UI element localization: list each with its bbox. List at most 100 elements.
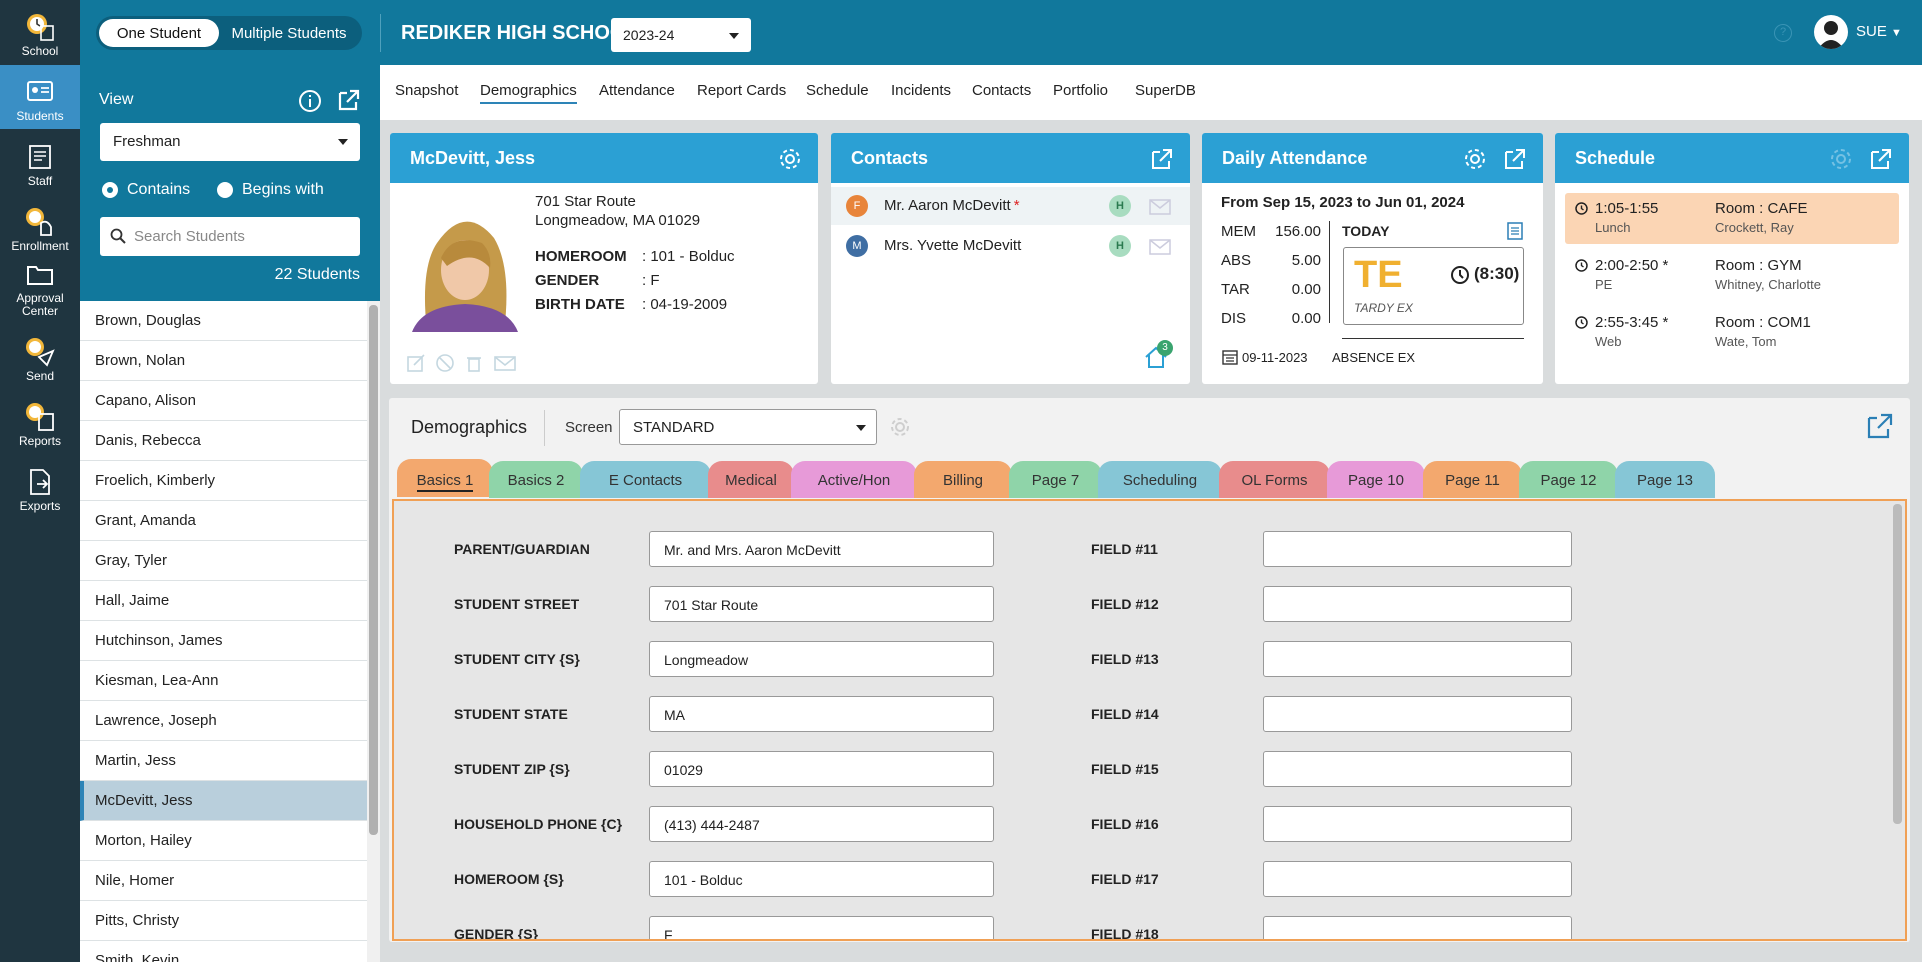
list-item[interactable]: Grant, Amanda [80, 501, 367, 541]
gear-icon[interactable] [778, 147, 800, 169]
tab-medical[interactable]: Medical [708, 461, 794, 498]
list-item[interactable]: Gray, Tyler [80, 541, 367, 581]
gear-icon[interactable] [1829, 147, 1851, 169]
list-item[interactable]: Danis, Rebecca [80, 421, 367, 461]
list-item[interactable]: Capano, Alison [80, 381, 367, 421]
schedule-item[interactable]: 1:05-1:55 Lunch Room : CAFE Crockett, Ray [1565, 193, 1899, 244]
field-input[interactable]: F [649, 916, 994, 939]
scrollbar-thumb[interactable] [369, 305, 378, 835]
nav-item-approval-center[interactable]: Approval Center [0, 260, 80, 324]
schedule-item[interactable]: 2:00-2:50 * PE Room : GYM Whitney, Charlott… [1565, 250, 1899, 301]
tab-basics-2[interactable]: Basics 2 [489, 461, 583, 498]
block-icon[interactable] [435, 353, 455, 373]
notes-icon[interactable] [1507, 222, 1523, 240]
field-input[interactable] [1263, 916, 1572, 939]
student-mode-toggle[interactable]: One Student Multiple Students [96, 16, 362, 50]
field-input[interactable]: (413) 444-2487 [649, 806, 994, 842]
list-item[interactable]: Hutchinson, James [80, 621, 367, 661]
tab-basics-1[interactable]: Basics 1 [397, 459, 493, 497]
tab-contacts[interactable]: Contacts [972, 82, 1031, 99]
household-badge[interactable]: 3 [1143, 340, 1173, 374]
student-list-scrollbar[interactable] [367, 301, 380, 962]
tab-e-contacts[interactable]: E Contacts [580, 461, 711, 498]
field-input[interactable] [1263, 531, 1572, 567]
help-icon[interactable]: ? [1774, 24, 1792, 42]
tab-scheduling[interactable]: Scheduling [1098, 461, 1222, 498]
tab-page-7[interactable]: Page 7 [1009, 461, 1102, 498]
list-item[interactable]: Brown, Nolan [80, 341, 367, 381]
list-item[interactable]: Brown, Douglas [80, 301, 367, 341]
list-item[interactable]: Nile, Homer [80, 861, 367, 901]
field-input[interactable] [1263, 806, 1572, 842]
tab-page-10[interactable]: Page 10 [1327, 461, 1425, 498]
user-avatar[interactable] [1814, 15, 1848, 49]
field-input[interactable]: Longmeadow [649, 641, 994, 677]
popout-icon[interactable] [1866, 412, 1894, 440]
nav-item-send[interactable]: Send [0, 325, 80, 389]
contains-radio[interactable]: Contains [102, 181, 190, 199]
nav-item-enrollment[interactable]: Enrollment [0, 195, 80, 259]
tab-schedule[interactable]: Schedule [806, 82, 869, 99]
form-scrollbar[interactable] [1893, 504, 1902, 824]
field-input[interactable] [1263, 751, 1572, 787]
tab-page-11[interactable]: Page 11 [1423, 461, 1522, 498]
multiple-students-option[interactable]: Multiple Students [219, 19, 359, 47]
nav-item-school[interactable]: School [0, 0, 80, 64]
tab-page-13[interactable]: Page 13 [1615, 461, 1715, 498]
contact-row[interactable]: F Mr. Aaron McDevitt * H [831, 187, 1190, 225]
mail-icon[interactable] [1149, 239, 1171, 260]
view-select[interactable]: Freshman [100, 123, 360, 161]
info-icon[interactable] [298, 89, 322, 113]
tab-page-12[interactable]: Page 12 [1519, 461, 1618, 498]
contact-row[interactable]: M Mrs. Yvette McDevitt H [831, 227, 1190, 265]
begins-with-radio[interactable]: Begins with [217, 181, 324, 199]
field-input[interactable]: 701 Star Route [649, 586, 994, 622]
nav-item-students[interactable]: Students [0, 65, 80, 129]
mail-icon[interactable] [493, 353, 517, 373]
popout-icon[interactable] [1503, 147, 1525, 169]
tab-snapshot[interactable]: Snapshot [395, 82, 458, 99]
list-item[interactable]: Froelich, Kimberly [80, 461, 367, 501]
list-item[interactable]: Morton, Hailey [80, 821, 367, 861]
popout-icon[interactable] [1869, 147, 1891, 169]
tab-active-hon[interactable]: Active/Hon [791, 461, 917, 498]
field-input[interactable]: 101 - Bolduc [649, 861, 994, 897]
list-item[interactable]: Kiesman, Lea-Ann [80, 661, 367, 701]
edit-icon[interactable] [406, 353, 426, 373]
list-item[interactable]: Pitts, Christy [80, 901, 367, 941]
list-item[interactable]: McDevitt, Jess [80, 781, 367, 821]
tab-demographics[interactable]: Demographics [480, 82, 577, 104]
list-item[interactable]: Smith, Kevin [80, 941, 367, 962]
tab-ol-forms[interactable]: OL Forms [1219, 461, 1330, 498]
field-input[interactable]: MA [649, 696, 994, 732]
field-input[interactable] [1263, 861, 1572, 897]
list-item[interactable]: Martin, Jess [80, 741, 367, 781]
list-item[interactable]: Lawrence, Joseph [80, 701, 367, 741]
tab-attendance[interactable]: Attendance [599, 82, 675, 99]
field-input[interactable] [1263, 586, 1572, 622]
user-menu[interactable]: SUE ▼ [1856, 23, 1902, 40]
mail-icon[interactable] [1149, 199, 1171, 220]
popout-icon[interactable] [336, 87, 362, 113]
year-select[interactable]: 2023-24 [611, 18, 751, 52]
tab-billing[interactable]: Billing [914, 461, 1012, 498]
tab-incidents[interactable]: Incidents [891, 82, 951, 99]
schedule-item[interactable]: 2:55-3:45 * Web Room : COM1 Wate, Tom [1565, 307, 1899, 358]
nav-item-exports[interactable]: Exports [0, 455, 80, 519]
list-item[interactable]: Hall, Jaime [80, 581, 367, 621]
field-input[interactable] [1263, 641, 1572, 677]
trash-icon[interactable] [464, 353, 484, 373]
one-student-option[interactable]: One Student [99, 19, 219, 47]
tab-portfolio[interactable]: Portfolio [1053, 82, 1108, 99]
nav-item-staff[interactable]: Staff [0, 130, 80, 194]
tab-superdb[interactable]: SuperDB [1135, 82, 1196, 99]
tab-report-cards[interactable]: Report Cards [697, 82, 786, 99]
nav-item-reports[interactable]: Reports [0, 390, 80, 454]
gear-icon[interactable] [1463, 147, 1485, 169]
popout-icon[interactable] [1150, 147, 1172, 169]
field-input[interactable]: Mr. and Mrs. Aaron McDevitt [649, 531, 994, 567]
field-input[interactable] [1263, 696, 1572, 732]
search-students-input[interactable]: Search Students [100, 217, 360, 256]
gear-icon[interactable] [889, 416, 911, 438]
screen-select[interactable]: STANDARD [619, 409, 877, 445]
